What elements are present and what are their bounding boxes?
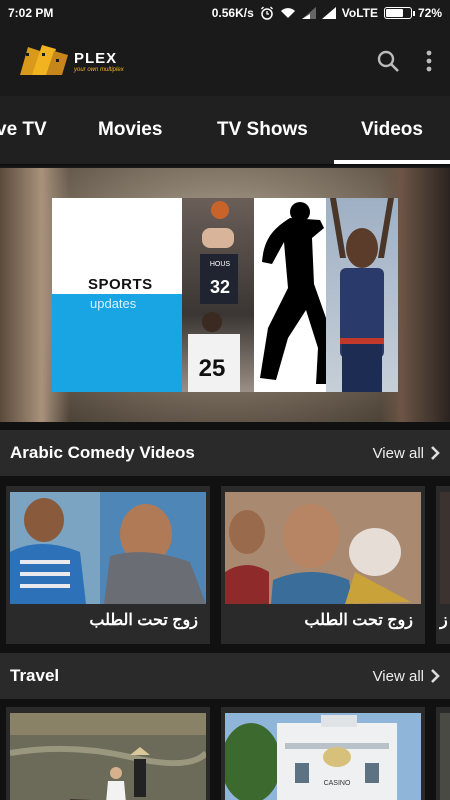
battery-percent: 72% [417,6,442,20]
section-header-arabic-comedy: Arabic Comedy Videos View all [0,430,450,476]
carrier-label: VoLTE [341,6,378,20]
tab-tv-shows[interactable]: TV Shows [217,96,308,164]
athlete-photo [326,198,398,392]
category-tabs: ve TV Movies TV Shows Videos [0,96,450,164]
comedy-scene-image-2 [225,492,421,604]
app-bar: PLEX your own multiplex [0,26,450,96]
wifi-icon [280,8,295,18]
silhouette-photo [254,198,326,392]
app-tagline: your own multiplex [74,66,124,73]
status-icons: 0.56K/s VoLTE 72% [212,6,442,20]
status-time: 7:02 PM [8,6,54,20]
sports-panel: SPORTS updates [52,198,182,392]
alarm-icon [260,6,273,20]
section-title: Arabic Comedy Videos [10,443,195,462]
video-card[interactable]: زوج تحت الطلب [221,486,425,644]
athlete-image [330,198,394,392]
tab-videos[interactable]: Videos [361,96,423,164]
network-speed: 0.56K/s [211,6,254,20]
app-logo[interactable]: PLEX your own multiplex [18,41,124,81]
basketball-photo: 32 HOUS 25 [182,198,254,392]
jersey-team: HOUS [210,261,231,268]
video-card[interactable]: ز [436,486,450,644]
section-header-travel: Travel View all [0,653,450,699]
video-card[interactable] [6,707,210,800]
casino-sign: CASINO [324,780,351,787]
jersey-number-25: 25 [199,355,226,382]
battery-icon [383,7,415,19]
arabic-comedy-row: زوج تحت الطلب زوج تحت الطلب ز [0,486,450,644]
tab-movies[interactable]: Movies [98,96,162,164]
banner-artwork: SPORTS updates 32 HOUS 25 [52,198,398,392]
video-title: زوج تحت الطلب [304,612,413,629]
status-bar: 7:02 PM 0.56K/s VoLTE 72% [0,0,450,26]
video-card[interactable]: CASINO [221,707,425,800]
video-title: ز [440,612,448,629]
video-card[interactable] [436,707,450,800]
river-boat-image [10,713,206,800]
video-thumbnail [10,713,206,800]
video-thumbnail [440,713,450,800]
chevron-right-icon [431,669,440,683]
signal-icon-2 [321,7,336,19]
view-all-label: View all [372,444,424,462]
section-title: Travel [10,666,60,685]
view-all-button[interactable]: View all [373,445,440,462]
chevron-right-icon [431,446,440,460]
banner-title: SPORTS [88,276,153,293]
view-all-button[interactable]: View all [373,668,440,685]
video-thumbnail [440,492,450,604]
signal-icon [301,7,316,19]
film-reel-logo-icon [20,45,68,75]
comedy-scene-image [10,492,206,604]
video-card[interactable]: زوج تحت الطلب [6,486,210,644]
featured-banner[interactable]: SPORTS updates 32 HOUS 25 [0,168,450,422]
battery-level [385,9,404,17]
view-all-label: View all [372,667,424,685]
more-vert-icon[interactable] [426,50,432,72]
video-thumbnail [225,492,421,604]
player-silhouette-image [260,202,326,384]
video-title: زوج تحت الطلب [89,612,198,629]
video-thumbnail [10,492,206,604]
search-icon[interactable] [376,49,400,73]
basketball-players-image: 32 HOUS 25 [188,201,240,392]
banner-subtitle: updates [90,296,137,311]
app-name: PLEX [74,49,118,67]
casino-building-image: CASINO [225,713,421,800]
jersey-number-32: 32 [210,277,230,297]
video-thumbnail: CASINO [225,713,421,800]
tab-live-tv[interactable]: ve TV [0,96,47,164]
travel-row: CASINO [0,707,450,800]
